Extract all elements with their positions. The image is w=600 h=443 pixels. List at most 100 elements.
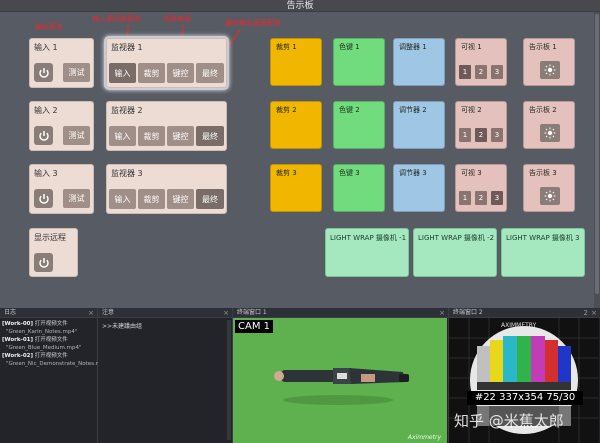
notice-board-tile-1[interactable]: 告示板 1 xyxy=(523,38,575,86)
monitor-input-button[interactable]: 输入 xyxy=(109,126,136,146)
log-list: [Work-00] 打开视频文件 "Green_Karin_Notes.mp4"… xyxy=(0,318,111,370)
crop-tile-2[interactable]: 裁剪 2 xyxy=(270,101,322,149)
monitor-crop-button[interactable]: 裁剪 xyxy=(138,126,165,146)
crop-tile-3[interactable]: 裁剪 3 xyxy=(270,164,322,212)
log-line: [Work-02] 打开视频文件 xyxy=(2,353,68,359)
visible-2-toggle-1[interactable]: 1 xyxy=(459,128,471,142)
log-line: "Green_Blue_Medium.mp4" xyxy=(6,345,82,351)
close-icon[interactable]: × xyxy=(88,308,94,318)
tile-label: 可视 2 xyxy=(461,106,482,114)
scrollbar-thumb[interactable] xyxy=(595,14,599,294)
close-icon[interactable]: × xyxy=(223,308,229,318)
close-icon[interactable]: × xyxy=(591,308,597,318)
power-icon xyxy=(38,67,49,78)
test-card-preview[interactable]: AXIMMETRY #22 337x354 75/30 知乎 @米蕉太郎 xyxy=(449,318,599,443)
input-panel-2: 输入 2 测试 xyxy=(29,101,94,151)
light-wrap-camera-3[interactable]: LIGHT WRAP 摄像机 3 xyxy=(501,228,585,277)
log-line: [Work-01] 打开视频文件 xyxy=(2,337,68,343)
visible-2-toggle-2[interactable]: 2 xyxy=(475,128,487,142)
visible-2-toggle-3[interactable]: 3 xyxy=(491,128,503,142)
chroma-key-tile-3[interactable]: 色键 3 xyxy=(333,164,385,212)
visible-tile-3[interactable]: 可视 3 1 2 3 xyxy=(455,164,507,212)
monitor-final-button[interactable]: 最终 xyxy=(196,189,224,209)
monitor-label: 监视器 3 xyxy=(111,169,143,178)
adjuster-tile-3[interactable]: 调节器 3 xyxy=(393,164,445,212)
log-line: [Work-00] 打开视频文件 xyxy=(2,321,68,327)
tile-label: 裁剪 2 xyxy=(276,106,297,114)
vertical-scrollbar[interactable] xyxy=(594,12,600,308)
power-button[interactable] xyxy=(34,189,53,208)
crop-tile-1[interactable]: 裁剪 1 xyxy=(270,38,322,86)
light-wrap-camera-2[interactable]: LIGHT WRAP 摄像机 -2 xyxy=(413,228,497,277)
tile-label: 告示板 2 xyxy=(529,106,557,114)
monitor-label: 监视器 2 xyxy=(111,106,143,115)
visible-1-toggle-2[interactable]: 2 xyxy=(475,65,487,79)
presenter-figure xyxy=(274,368,409,405)
power-button[interactable] xyxy=(34,63,53,82)
tile-label: LIGHT WRAP 摄像机 3 xyxy=(506,234,580,242)
notes-text: >>未建議由组 xyxy=(102,323,143,330)
tile-label: 调节器 3 xyxy=(399,169,427,177)
monitor-key-button[interactable]: 键控 xyxy=(167,189,194,209)
visible-tile-2[interactable]: 可视 2 1 2 3 xyxy=(455,101,507,149)
power-icon xyxy=(38,130,49,141)
tile-label: 可视 3 xyxy=(461,169,482,177)
chroma-key-tile-2[interactable]: 色键 2 xyxy=(333,101,385,149)
monitor-crop-button[interactable]: 裁剪 xyxy=(138,189,165,209)
visible-1-toggle-1[interactable]: 1 xyxy=(459,65,471,79)
monitor-crop-button[interactable]: 裁剪 xyxy=(138,63,165,83)
visible-3-toggle-1[interactable]: 1 xyxy=(459,191,471,205)
input-label: 输入 2 xyxy=(34,106,58,115)
power-button[interactable] xyxy=(34,126,53,145)
test-button[interactable]: 测试 xyxy=(63,189,90,208)
remote-power-button[interactable] xyxy=(34,253,53,272)
resolution-readout: #22 337x354 75/30 xyxy=(467,391,583,405)
tile-label: 色键 1 xyxy=(339,43,360,51)
tile-label: 色键 2 xyxy=(339,106,360,114)
log-line: "Green_Karin_Notes.mp4" xyxy=(6,329,78,335)
test-button[interactable]: 测试 xyxy=(63,126,90,145)
test-card-brand: AXIMMETRY xyxy=(501,322,537,329)
monitor-final-button[interactable]: 最终 xyxy=(196,63,224,83)
sun-icon xyxy=(540,124,560,142)
notice-board-tile-2[interactable]: 告示板 2 xyxy=(523,101,575,149)
monitor-key-button[interactable]: 键控 xyxy=(167,63,194,83)
page-number: 2 xyxy=(583,309,588,317)
camera-preview[interactable]: CAM 1 Aximmetry xyxy=(233,318,447,443)
tile-label: 调节器 2 xyxy=(399,106,427,114)
light-wrap-camera-1[interactable]: LIGHT WRAP 摄像机 -1 xyxy=(325,228,409,277)
chroma-key-tile-1[interactable]: 色键 1 xyxy=(333,38,385,86)
notice-board-tile-3[interactable]: 告示板 3 xyxy=(523,164,575,212)
tile-label: 告示板 1 xyxy=(529,43,557,51)
monitor-key-button[interactable]: 键控 xyxy=(167,126,194,146)
adjuster-tile-1[interactable]: 调整器 1 xyxy=(393,38,445,86)
monitor-label: 监视器 1 xyxy=(111,43,143,52)
visible-3-toggle-2[interactable]: 2 xyxy=(475,191,487,205)
preview-1-header: 终端窗口 1 × xyxy=(233,308,448,318)
tile-label: 裁剪 1 xyxy=(276,43,297,51)
remote-label: 显示远程 xyxy=(34,233,66,242)
log-pane: 日志 × [Work-00] 打开视频文件 "Green_Karin_Notes.… xyxy=(0,308,111,443)
tile-label: LIGHT WRAP 摄像机 -1 xyxy=(330,234,407,242)
input-label: 输入 3 xyxy=(34,169,58,178)
notes-scrollbar[interactable] xyxy=(227,320,231,440)
log-line: "Green_Nic_Demonstrate_Notes.mp4" xyxy=(6,361,111,367)
visible-1-toggle-3[interactable]: 3 xyxy=(491,65,503,79)
test-button[interactable]: 测试 xyxy=(63,63,90,82)
input-panel-1: 输入 1 测试 xyxy=(29,38,94,88)
visible-3-toggle-3[interactable]: 3 xyxy=(491,191,503,205)
tile-label: 调整器 1 xyxy=(399,43,427,51)
sun-icon xyxy=(540,61,560,79)
monitor-panel-2: 监视器 2 输入 裁剪 键控 最终 xyxy=(106,101,227,151)
notes-header: 注意 × xyxy=(98,308,232,318)
remote-panel: 显示远程 xyxy=(29,228,78,277)
tile-label: 告示板 3 xyxy=(529,169,557,177)
aximmetry-watermark: Aximmetry xyxy=(407,434,441,441)
visible-tile-1[interactable]: 可视 1 1 2 3 xyxy=(455,38,507,86)
monitor-input-button[interactable]: 输入 xyxy=(109,189,136,209)
monitor-input-button[interactable]: 输入 xyxy=(109,63,136,83)
monitor-final-button[interactable]: 最终 xyxy=(196,126,224,146)
close-icon[interactable]: × xyxy=(439,308,445,318)
adjuster-tile-2[interactable]: 调节器 2 xyxy=(393,101,445,149)
log-header: 日志 × xyxy=(0,308,97,318)
